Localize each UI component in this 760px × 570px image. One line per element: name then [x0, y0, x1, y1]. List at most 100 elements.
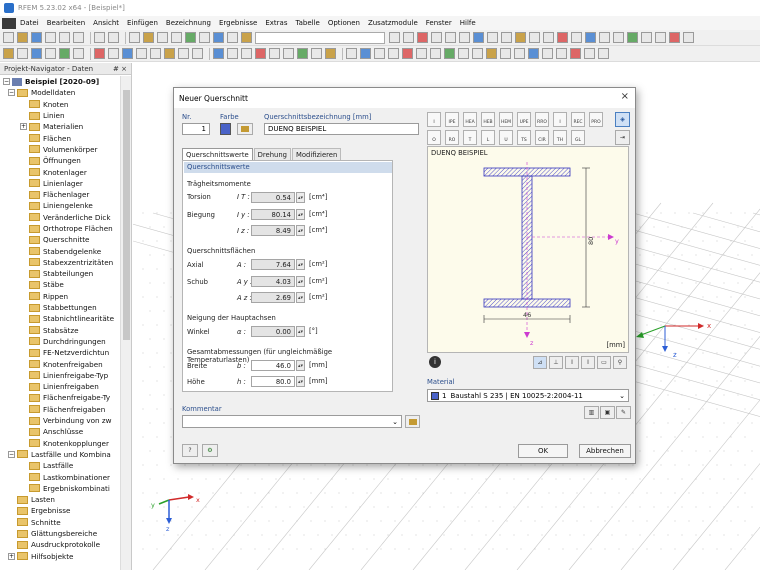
tool-icon[interactable] [431, 32, 442, 43]
tree-item[interactable]: Linienlager [0, 178, 120, 189]
help-button[interactable]: ? [182, 444, 198, 457]
collapse-icon[interactable]: − [8, 450, 15, 458]
tool-icon[interactable] [178, 48, 189, 59]
section-type-button[interactable]: IPE [445, 112, 459, 127]
menu-item-9[interactable]: Zusatzmodule [368, 19, 418, 27]
menu-item-10[interactable]: Fenster [426, 19, 452, 27]
tree-item[interactable]: Stabnichtlinearitäte [0, 313, 120, 324]
tool-icon[interactable] [500, 48, 511, 59]
tool-icon[interactable] [325, 48, 336, 59]
tree-item[interactable]: Orthotrope Flächen [0, 223, 120, 234]
tool-icon[interactable] [17, 48, 28, 59]
tab-rotation[interactable]: Drehung [253, 148, 291, 160]
frame-button[interactable]: ▭ [597, 355, 611, 369]
section-type-button[interactable]: TH [553, 130, 567, 145]
menu-item-7[interactable]: Tabelle [295, 19, 319, 27]
tool-icon[interactable] [501, 32, 512, 43]
section-type-button[interactable]: HEB [481, 112, 495, 127]
section-type-button[interactable]: L [481, 130, 495, 145]
section-type-button[interactable]: REC [571, 112, 585, 127]
units-button[interactable]: ⚙ [202, 444, 218, 457]
section-type-button[interactable]: RO [445, 130, 459, 145]
section-import-button[interactable]: ⇥ [615, 130, 630, 145]
tool-icon[interactable] [486, 48, 497, 59]
tool-icon[interactable] [585, 32, 596, 43]
tree-item[interactable]: Schnitte [0, 517, 120, 528]
tool-icon[interactable] [570, 48, 581, 59]
navigator-scrollbar[interactable] [120, 76, 131, 570]
tool-icon[interactable] [227, 48, 238, 59]
height-input[interactable]: 80.0 [251, 376, 295, 387]
comment-dropdown-icon[interactable]: ⌄ [392, 418, 398, 426]
tool-icon[interactable] [487, 32, 498, 43]
section-type-button[interactable]: CIR [535, 130, 549, 145]
material-library-button[interactable]: ▥ [584, 406, 599, 419]
scrollbar-thumb[interactable] [123, 90, 130, 340]
section-type-button[interactable]: RRO [535, 112, 549, 127]
tool-icon[interactable] [164, 48, 175, 59]
expand-icon[interactable]: + [8, 552, 15, 560]
tree-item[interactable]: Rippen [0, 291, 120, 302]
tree-item[interactable]: Volumenkörper [0, 144, 120, 155]
tree-item[interactable]: Ergebnisse [0, 505, 120, 516]
tree-item[interactable]: Knotenfreigaben [0, 358, 120, 369]
tree-item[interactable]: Lastkombinationer [0, 471, 120, 482]
section-type-button[interactable]: T [463, 130, 477, 145]
tool-icon[interactable] [360, 48, 371, 59]
angle-spinner[interactable]: ▴▾ [296, 326, 305, 337]
tree-item[interactable]: Knotenkopplunger [0, 438, 120, 449]
tool-icon[interactable] [241, 32, 252, 43]
loadcase-combo[interactable] [255, 31, 385, 44]
tool-icon[interactable] [444, 48, 455, 59]
redo-icon[interactable] [108, 32, 119, 43]
tool-icon[interactable] [655, 32, 666, 43]
material-new-button[interactable]: ▣ [600, 406, 615, 419]
tree-item[interactable]: Liniengelenke [0, 200, 120, 211]
section-type-button[interactable]: HEA [463, 112, 477, 127]
tool-icon[interactable] [31, 48, 42, 59]
tree-item[interactable]: − Lastfälle und Kombina [0, 449, 120, 460]
close-icon[interactable]: × [621, 91, 629, 102]
tab-modify[interactable]: Modifizieren [291, 148, 342, 160]
tool-icon[interactable] [669, 32, 680, 43]
menu-item-1[interactable]: Bearbeiten [47, 19, 85, 27]
menu-item-5[interactable]: Ergebnisse [219, 19, 257, 27]
tool-icon[interactable] [641, 32, 652, 43]
tool-icon[interactable] [297, 48, 308, 59]
tree-item[interactable]: Lastfälle [0, 460, 120, 471]
tab-section-values[interactable]: Querschnittswerte [182, 148, 253, 160]
tree-item[interactable]: Ergebniskombinati [0, 483, 120, 494]
tool-icon[interactable] [171, 32, 182, 43]
tree-item[interactable]: Flächenfreigaben [0, 404, 120, 415]
tool-icon[interactable] [542, 48, 553, 59]
zoom-button[interactable]: ⚲ [613, 355, 627, 369]
tool-icon[interactable] [543, 32, 554, 43]
tool-icon[interactable] [598, 48, 609, 59]
tool-icon[interactable] [472, 48, 483, 59]
show-dimensions-button[interactable]: ⊿ [533, 355, 547, 369]
tree-item[interactable]: Lasten [0, 494, 120, 505]
tree-item[interactable]: Stabsätze [0, 325, 120, 336]
cancel-button[interactable]: Abbrechen [579, 444, 631, 458]
tool-icon[interactable] [136, 48, 147, 59]
tree-item[interactable]: Flächenlager [0, 189, 120, 200]
tool-icon[interactable] [683, 32, 694, 43]
iz-spinner[interactable]: ▴▾ [296, 225, 305, 236]
tool-icon[interactable] [150, 48, 161, 59]
tree-item[interactable]: Stabendgelenke [0, 245, 120, 256]
menu-item-2[interactable]: Ansicht [93, 19, 119, 27]
show-fill-button[interactable]: I [581, 355, 595, 369]
tool-icon[interactable] [571, 32, 582, 43]
tool-icon[interactable] [599, 32, 610, 43]
menu-item-0[interactable]: Datei [20, 19, 39, 27]
tool-icon[interactable] [557, 32, 568, 43]
az-spinner[interactable]: ▴▾ [296, 292, 305, 303]
section-type-button[interactable]: U [499, 130, 513, 145]
torsion-spinner[interactable]: ▴▾ [296, 192, 305, 203]
a-spinner[interactable]: ▴▾ [296, 259, 305, 270]
tree-item[interactable]: Stäbe [0, 279, 120, 290]
section-type-button[interactable]: GL [571, 130, 585, 145]
tree-root[interactable]: − Beispiel [2020-09] [0, 76, 120, 87]
edit-icon[interactable] [129, 32, 140, 43]
tool-icon[interactable] [528, 48, 539, 59]
